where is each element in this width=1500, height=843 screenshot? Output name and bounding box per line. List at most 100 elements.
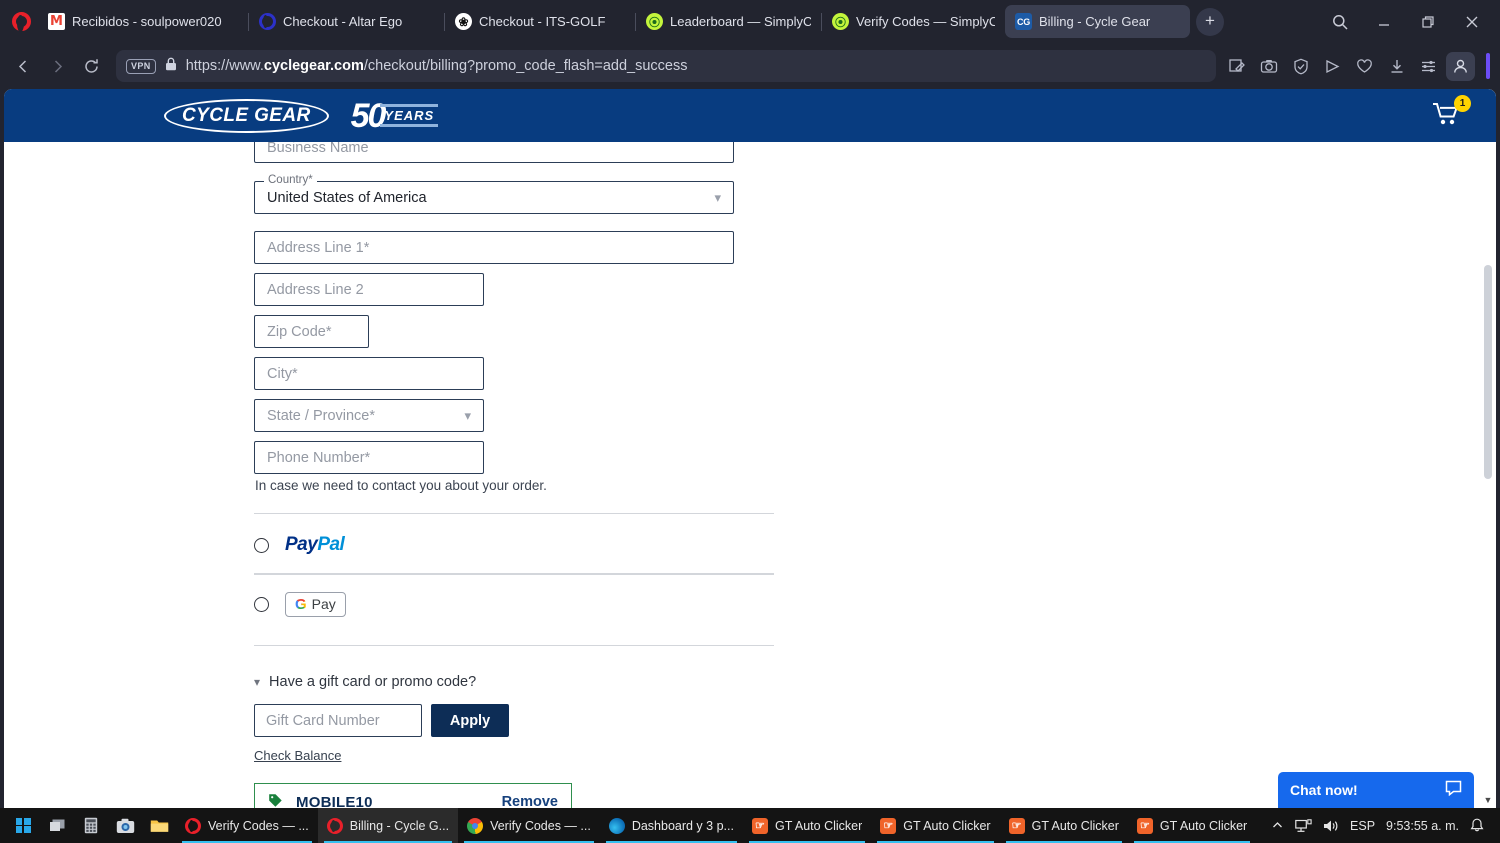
globe-icon: ❀ xyxy=(455,13,472,30)
taskbar-item-billing-cycle-gear[interactable]: Billing - Cycle G... xyxy=(317,808,459,843)
url-path: /checkout/billing?promo_code_flash=add_s… xyxy=(363,58,688,74)
taskbar-item-label: Verify Codes — ... xyxy=(208,818,309,833)
calculator-icon[interactable] xyxy=(74,808,108,843)
taskbar-item-label: GT Auto Clicker xyxy=(774,818,863,833)
chat-now-widget[interactable]: Chat now! xyxy=(1278,772,1474,808)
clock[interactable]: 9:53:55 a. m. xyxy=(1386,819,1459,833)
profile-icon[interactable] xyxy=(1446,51,1475,81)
city-placeholder: City* xyxy=(267,365,298,382)
city-field[interactable]: City* xyxy=(254,357,484,390)
zip-code-field[interactable]: Zip Code* xyxy=(254,315,369,348)
edge-icon xyxy=(608,817,625,834)
tab-label: Billing - Cycle Gear xyxy=(1039,14,1151,29)
network-icon[interactable] xyxy=(1295,818,1312,833)
tab-verify-codes[interactable]: ⦿ Verify Codes — SimplyCo xyxy=(822,5,1005,38)
gift-card-row: Gift Card Number Apply xyxy=(254,704,1496,738)
gpay-logo: G Pay xyxy=(285,591,346,617)
phone-number-field[interactable]: Phone Number* xyxy=(254,441,484,474)
taskbar-item-verify-codes-opera[interactable]: Verify Codes — ... xyxy=(176,808,318,843)
opera-logo-icon xyxy=(11,12,31,32)
tab-checkout-its-golf[interactable]: ❀ Checkout - ITS-GOLF xyxy=(445,5,635,38)
bell-icon[interactable] xyxy=(1470,818,1484,833)
state-province-select[interactable]: State / Province* ▾ xyxy=(254,399,484,432)
restore-icon[interactable] xyxy=(1408,5,1448,39)
url-text[interactable]: https://www.cyclegear.com/checkout/billi… xyxy=(186,58,688,74)
taskbar-item-dashboard[interactable]: Dashboard y 3 p... xyxy=(600,808,743,843)
snapshot-edit-icon[interactable] xyxy=(1222,52,1251,81)
camera-icon[interactable] xyxy=(1254,52,1283,81)
close-icon[interactable] xyxy=(1452,5,1492,39)
anniversary-badge: 50 YEARS xyxy=(351,99,439,133)
opera-icon xyxy=(326,817,343,834)
volume-icon[interactable] xyxy=(1323,819,1339,833)
vpn-badge[interactable]: VPN xyxy=(126,58,156,74)
taskbar-item-gt-auto-clicker-4[interactable]: ☞ GT Auto Clicker xyxy=(1128,808,1256,843)
shield-icon[interactable] xyxy=(1286,52,1315,81)
remove-promo-button[interactable]: Remove xyxy=(502,794,558,808)
apply-button[interactable]: Apply xyxy=(431,704,509,738)
url-bar[interactable]: VPN https://www.cyclegear.com/checkout/b… xyxy=(116,50,1216,82)
taskbar-item-gt-auto-clicker-3[interactable]: ☞ GT Auto Clicker xyxy=(1000,808,1128,843)
taskbar-item-gt-auto-clicker-1[interactable]: ☞ GT Auto Clicker xyxy=(743,808,871,843)
chat-now-label: Chat now! xyxy=(1290,782,1358,798)
paypal-logo-part1: Pay xyxy=(285,534,318,556)
search-icon[interactable] xyxy=(1320,5,1360,39)
green-target-icon: ⦿ xyxy=(832,13,849,30)
tab-billing-cycle-gear[interactable]: CG Billing - Cycle Gear xyxy=(1005,5,1190,38)
gpay-radio[interactable] xyxy=(254,596,269,612)
page-viewport: CYCLE GEAR 50 YEARS 1 Business Name Coun… xyxy=(4,89,1496,808)
forward-button[interactable] xyxy=(40,49,74,83)
paypal-option[interactable]: PayPal xyxy=(254,534,774,556)
chevron-down-icon: ▾ xyxy=(464,407,471,423)
system-tray: ESP 9:53:55 a. m. xyxy=(1271,818,1494,833)
tab-leaderboard[interactable]: ⦿ Leaderboard — SimplyCo xyxy=(636,5,821,38)
cart-button[interactable]: 1 xyxy=(1432,94,1471,131)
gift-card-input[interactable]: Gift Card Number xyxy=(254,704,422,738)
promo-code-text: MOBILE10 xyxy=(296,793,373,808)
scroll-down-button[interactable]: ▼ xyxy=(1480,792,1496,808)
taskbar-item-verify-codes-chrome[interactable]: Verify Codes — ... xyxy=(458,808,600,843)
gt-icon: ☞ xyxy=(751,817,768,834)
tab-label: Checkout - ITS-GOLF xyxy=(479,14,606,29)
download-icon[interactable] xyxy=(1382,52,1411,81)
tag-icon xyxy=(268,793,283,808)
language-indicator[interactable]: ESP xyxy=(1350,819,1375,833)
address-line-2-field[interactable]: Address Line 2 xyxy=(254,273,484,306)
heart-icon[interactable] xyxy=(1350,52,1379,81)
address-line-1-field[interactable]: Address Line 1* xyxy=(254,231,734,264)
tab-label: Verify Codes — SimplyCo xyxy=(856,14,995,29)
camera-icon[interactable] xyxy=(108,808,142,843)
minimize-icon[interactable] xyxy=(1364,5,1404,39)
page-scrollbar[interactable]: ▲ ▼ xyxy=(1480,89,1496,808)
tab-recibidos[interactable]: M Recibidos - soulpower020 xyxy=(38,5,248,38)
cycle-gear-logo[interactable]: CYCLE GEAR xyxy=(164,98,329,133)
chevron-up-icon[interactable] xyxy=(1271,819,1284,832)
scrollbar-thumb[interactable] xyxy=(1484,265,1492,479)
easy-setup-icon[interactable] xyxy=(1414,52,1443,81)
gift-card-toggle[interactable]: ▾ Have a gift card or promo code? xyxy=(254,674,1496,690)
paypal-radio[interactable] xyxy=(254,537,269,553)
anniversary-number: 50 xyxy=(350,96,387,135)
lock-icon xyxy=(165,57,177,76)
taskbar-item-gt-auto-clicker-2[interactable]: ☞ GT Auto Clicker xyxy=(871,808,999,843)
sidebar-accent xyxy=(1486,53,1490,79)
taskbar-item-label: GT Auto Clicker xyxy=(903,818,991,833)
task-view-icon[interactable] xyxy=(40,808,74,843)
reload-button[interactable] xyxy=(74,49,108,83)
country-legend: Country* xyxy=(264,174,317,186)
opera-menu-button[interactable] xyxy=(4,0,38,43)
send-icon[interactable] xyxy=(1318,52,1347,81)
tab-checkout-altar-ego[interactable]: Checkout - Altar Ego xyxy=(249,5,444,38)
file-explorer-icon[interactable] xyxy=(142,808,176,843)
browser-toolbar-icons xyxy=(1222,51,1490,81)
tab-label: Checkout - Altar Ego xyxy=(283,14,403,29)
back-button[interactable] xyxy=(6,49,40,83)
start-icon[interactable] xyxy=(6,808,40,843)
check-balance-link[interactable]: Check Balance xyxy=(254,748,341,763)
opera-blue-icon xyxy=(259,13,276,30)
zip-code-placeholder: Zip Code* xyxy=(267,323,332,340)
site-header: CYCLE GEAR 50 YEARS 1 xyxy=(4,89,1496,142)
country-select[interactable]: Country* United States of America ▾ xyxy=(254,174,734,214)
gpay-option[interactable]: G Pay xyxy=(254,591,774,617)
new-tab-button[interactable]: + xyxy=(1196,7,1224,36)
